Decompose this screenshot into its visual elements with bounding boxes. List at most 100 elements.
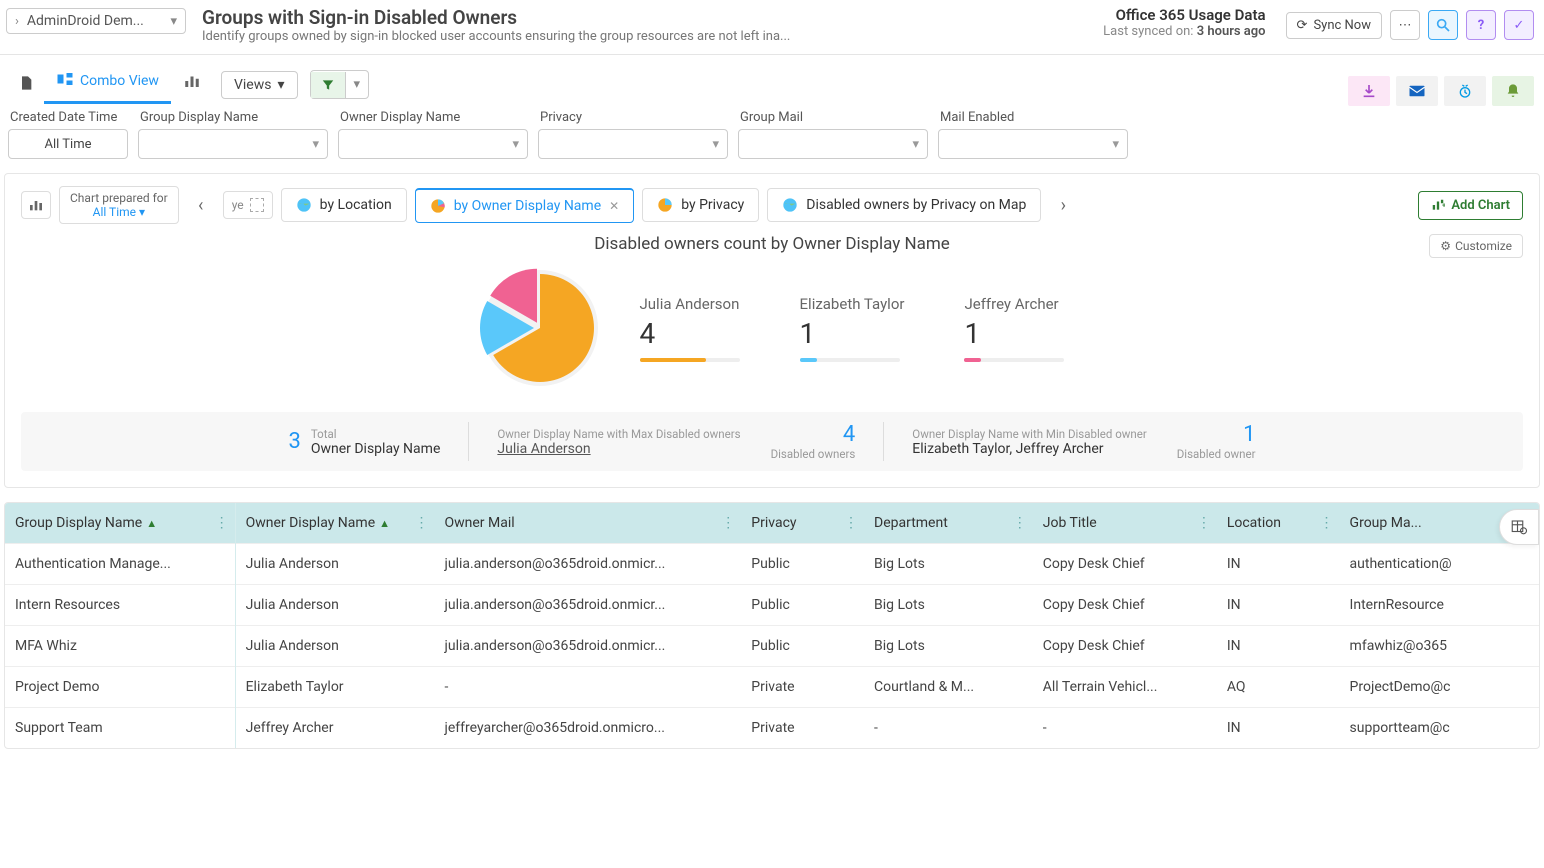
gear-icon: ⚙ [1440, 239, 1451, 253]
schedule-button[interactable] [1444, 76, 1486, 106]
combo-view-tab[interactable]: Combo View [44, 65, 171, 104]
filter-created-label: Created Date Time [8, 110, 128, 125]
close-icon[interactable]: ✕ [609, 199, 619, 213]
chart-view-tab[interactable] [171, 67, 213, 103]
alert-button[interactable] [1492, 76, 1534, 106]
chart-tab-owner[interactable]: by Owner Display Name ✕ [415, 188, 634, 223]
pie-chart [480, 268, 600, 388]
sync-now-label: Sync Now [1313, 18, 1371, 33]
legend-value: 1 [800, 317, 905, 350]
column-header[interactable]: Owner Mail⋮ [435, 503, 742, 544]
globe-icon [782, 197, 798, 213]
chart-tab-map[interactable]: Disabled owners by Privacy on Map [767, 188, 1041, 222]
sync-prefix: Last synced on: [1103, 24, 1197, 39]
customize-label: Customize [1455, 239, 1512, 253]
column-menu-icon[interactable]: ⋮ [415, 515, 429, 531]
svg-text:+: + [1442, 201, 1445, 209]
column-header[interactable]: Owner Display Name▲⋮ [235, 503, 434, 544]
cell-gmail: InternResource [1340, 585, 1539, 626]
download-button[interactable] [1348, 76, 1390, 106]
filter-owner-input[interactable]: ▾ [338, 129, 528, 159]
title-block: Groups with Sign-in Disabled Owners Iden… [196, 6, 1091, 44]
column-header[interactable]: Privacy⋮ [741, 503, 864, 544]
filter-button[interactable]: ▾ [310, 70, 370, 99]
table-settings-button[interactable] [1499, 509, 1539, 545]
column-menu-icon[interactable]: ⋮ [1320, 515, 1334, 531]
chart-tab-location[interactable]: by Location [281, 188, 407, 222]
search-button[interactable] [1428, 10, 1458, 40]
summary-max-name[interactable]: Julia Anderson [497, 441, 740, 457]
cell-job: Copy Desk Chief [1033, 544, 1217, 585]
more-button[interactable]: ⋯ [1390, 10, 1420, 40]
chart-prepared-dropdown[interactable]: Chart prepared for All Time ▾ [59, 186, 179, 224]
column-menu-icon[interactable]: ⋮ [844, 515, 858, 531]
sort-asc-icon: ▲ [379, 517, 390, 530]
refresh-icon: ⟳ [1297, 18, 1308, 33]
verify-button[interactable]: ✓ [1504, 10, 1534, 40]
legend-bar [800, 358, 900, 362]
table-row[interactable]: Support Team Jeffrey Archer jeffreyarche… [5, 708, 1539, 749]
filter-privacy-input[interactable]: ▾ [538, 129, 728, 159]
toolbar: Combo View Views ▾ ▾ [0, 55, 1544, 104]
sync-now-button[interactable]: ⟳ Sync Now [1286, 12, 1382, 39]
summary-min-name: Elizabeth Taylor, Jeffrey Archer [912, 441, 1146, 457]
help-button[interactable]: ? [1466, 10, 1496, 40]
summary-max-n-label: Disabled owners [771, 447, 856, 461]
cell-dept: Big Lots [864, 544, 1033, 585]
page-header: › AdminDroid Dem... ▾ Groups with Sign-i… [0, 0, 1544, 55]
chart-legend: Julia Anderson 4 Elizabeth Taylor 1 Jeff… [640, 295, 1065, 362]
column-header[interactable]: Location⋮ [1217, 503, 1340, 544]
table-row[interactable]: Project Demo Elizabeth Taylor - Private … [5, 667, 1539, 708]
column-menu-icon[interactable]: ⋮ [1013, 515, 1027, 531]
cell-loc: AQ [1217, 667, 1340, 708]
bell-icon [1505, 82, 1521, 100]
filter-privacy: Privacy ▾ [538, 110, 728, 159]
chart-next-button[interactable]: › [1049, 187, 1077, 223]
chart-tab-owner-label: by Owner Display Name [454, 198, 601, 214]
table-row[interactable]: Intern Resources Julia Anderson julia.an… [5, 585, 1539, 626]
column-header[interactable]: Job Title⋮ [1033, 503, 1217, 544]
tenant-selector[interactable]: › AdminDroid Dem... ▾ [6, 8, 186, 34]
add-chart-icon: + [1431, 198, 1445, 212]
column-menu-icon[interactable]: ⋮ [1197, 515, 1211, 531]
filter-group-input[interactable]: ▾ [138, 129, 328, 159]
filter-group: Group Display Name ▾ [138, 110, 328, 159]
filter-created-input[interactable]: All Time [8, 129, 128, 159]
table-row[interactable]: Authentication Manage... Julia Anderson … [5, 544, 1539, 585]
chart-prepared-value: All Time [93, 205, 136, 219]
customize-button[interactable]: ⚙ Customize [1429, 234, 1523, 258]
add-chart-button[interactable]: + Add Chart [1418, 191, 1523, 220]
bar-chart-icon [183, 73, 201, 93]
filter-group-label: Group Display Name [138, 110, 328, 125]
filter-mail-enabled-input[interactable]: ▾ [938, 129, 1128, 159]
chevron-left-icon: ‹ [198, 195, 203, 216]
chart-type-button[interactable] [21, 191, 51, 219]
cell-owner: Julia Anderson [235, 544, 434, 585]
email-button[interactable] [1396, 76, 1438, 106]
chart-tab-location-label: by Location [320, 197, 392, 213]
views-dropdown[interactable]: Views ▾ [221, 71, 298, 99]
chart-prev-button[interactable]: ‹ [187, 187, 215, 223]
cell-loc: IN [1217, 626, 1340, 667]
legend-item[interactable]: Jeffrey Archer 1 [964, 295, 1064, 362]
summary-max-label: Owner Display Name with Max Disabled own… [497, 427, 740, 441]
cell-loc: IN [1217, 544, 1340, 585]
legend-item[interactable]: Julia Anderson 4 [640, 295, 740, 362]
chart-prepared-label: Chart prepared for [70, 191, 168, 205]
chart-ye-chip[interactable]: ye [223, 191, 273, 219]
filter-mail: Group Mail ▾ [738, 110, 928, 159]
legend-value: 4 [640, 317, 740, 350]
chart-body: Julia Anderson 4 Elizabeth Taylor 1 Jeff… [21, 268, 1523, 388]
cell-job: - [1033, 708, 1217, 749]
column-menu-icon[interactable]: ⋮ [721, 515, 735, 531]
summary-min-label: Owner Display Name with Min Disabled own… [912, 427, 1146, 441]
column-menu-icon[interactable]: ⋮ [215, 515, 229, 531]
table-row[interactable]: MFA Whiz Julia Anderson julia.anderson@o… [5, 626, 1539, 667]
filter-mail-input[interactable]: ▾ [738, 129, 928, 159]
column-header[interactable]: Group Display Name▲⋮ [5, 503, 235, 544]
legend-item[interactable]: Elizabeth Taylor 1 [800, 295, 905, 362]
chart-tab-privacy[interactable]: by Privacy [642, 188, 759, 222]
column-header[interactable]: Department⋮ [864, 503, 1033, 544]
filter-created-value: All Time [45, 137, 92, 152]
chart-title-row: Disabled owners count by Owner Display N… [21, 234, 1523, 254]
